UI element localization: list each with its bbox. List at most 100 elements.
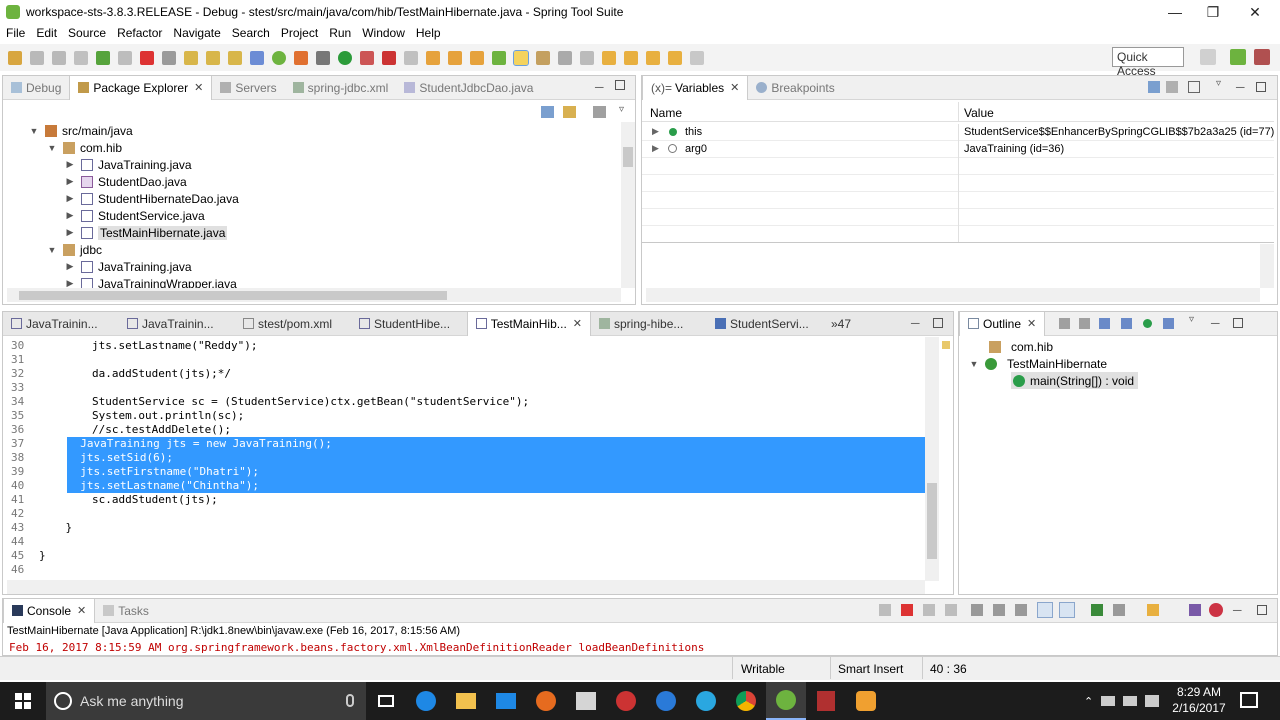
taskbar-app[interactable] [686, 682, 726, 720]
tab-student-jdbc-dao[interactable]: StudentJdbcDao.java [396, 76, 541, 100]
taskbar-app[interactable] [606, 682, 646, 720]
terminate-icon[interactable] [901, 604, 913, 616]
display-console-icon[interactable] [1113, 604, 1125, 616]
run-icon[interactable] [338, 50, 352, 65]
taskbar-app[interactable] [486, 682, 526, 720]
start-button[interactable] [0, 682, 46, 720]
dashboard-icon[interactable] [294, 50, 308, 65]
hide-fields-icon[interactable] [1099, 318, 1110, 329]
warning-marker-icon[interactable] [942, 341, 950, 349]
expand-icon[interactable]: ▶ [65, 193, 75, 204]
column-header-value[interactable]: Value [964, 106, 994, 120]
battery-icon[interactable] [1101, 696, 1116, 706]
show-stdout-icon[interactable] [1037, 602, 1053, 618]
expand-icon[interactable]: ▼ [969, 359, 979, 369]
editor-vertical-scrollbar[interactable] [925, 337, 939, 581]
save-all-icon[interactable] [52, 50, 66, 65]
maximize-button[interactable]: ❐ [1190, 0, 1236, 24]
cortana-search-box[interactable]: Ask me anything [46, 682, 366, 720]
code-area[interactable]: 30 jts.setLastname("Reddy"); 31 32 da.addS… [3, 337, 925, 581]
terminate-icon[interactable] [140, 50, 154, 65]
show-type-names-icon[interactable] [1148, 81, 1160, 93]
menu-navigate[interactable]: Navigate [173, 26, 220, 40]
expand-icon[interactable]: ▶ [65, 227, 75, 238]
spring-perspective-icon[interactable] [1230, 49, 1246, 65]
show-logical-structure-icon[interactable] [1166, 81, 1178, 93]
code-line[interactable]: System.out.println(sc); [39, 409, 244, 423]
word-wrap-icon[interactable] [558, 50, 572, 65]
open-console-icon[interactable] [1147, 604, 1159, 616]
taskbar-app-active[interactable] [766, 682, 806, 720]
column-divider[interactable] [958, 102, 959, 122]
code-line[interactable]: da.addStudent(jts);*/ [39, 367, 231, 381]
show-whitespace-icon[interactable] [580, 50, 594, 65]
tab-spring-jdbc-xml[interactable]: spring-jdbc.xml [285, 76, 397, 100]
link-editor-icon[interactable] [563, 106, 576, 118]
suspend-icon[interactable] [118, 50, 132, 65]
tree-item[interactable]: ▼ jdbc [47, 241, 102, 258]
expand-icon[interactable]: ▶ [652, 143, 659, 154]
next-annotation-icon[interactable] [602, 50, 616, 65]
view-menu-icon[interactable]: ▿ [619, 104, 624, 115]
menu-search[interactable]: Search [232, 26, 270, 40]
editor-tab[interactable]: JavaTrainin... [3, 312, 119, 336]
collapse-all-icon[interactable] [1059, 318, 1070, 329]
disconnect-icon[interactable] [162, 50, 176, 65]
hide-local-types-icon[interactable] [1163, 318, 1174, 329]
outline-item-selected[interactable]: main(String[]) : void [1011, 372, 1139, 389]
menu-project[interactable]: Project [281, 26, 318, 40]
maximize-view-icon[interactable] [615, 80, 625, 90]
tab-servers[interactable]: Servers [212, 76, 284, 100]
action-center-icon[interactable] [1240, 692, 1258, 708]
menu-run[interactable]: Run [329, 26, 351, 40]
pin-icon[interactable] [492, 50, 506, 65]
close-button[interactable]: ✕ [1232, 0, 1278, 24]
editor-tab[interactable]: spring-hibe... [591, 312, 707, 336]
code-line-selected[interactable]: jts.setLastname("Chintha"); [67, 479, 925, 493]
quick-access-field[interactable]: Quick Access [1112, 47, 1184, 78]
sort-icon[interactable] [1079, 318, 1090, 329]
last-edit-icon[interactable] [646, 50, 660, 65]
expand-icon[interactable]: ▶ [652, 126, 659, 137]
forward-icon[interactable] [690, 50, 704, 65]
code-line[interactable]: sc.addStudent(jts); [39, 493, 218, 507]
editor-horizontal-scrollbar[interactable] [7, 580, 925, 594]
close-tab-icon[interactable]: ✕ [573, 317, 582, 330]
expand-icon[interactable]: ▼ [29, 126, 39, 136]
menu-edit[interactable]: Edit [36, 26, 57, 40]
expand-icon[interactable]: ▼ [47, 245, 57, 255]
minimize-view-icon[interactable]: ─ [595, 80, 604, 94]
pin-console-icon[interactable] [1091, 604, 1103, 616]
expand-icon[interactable]: ▶ [65, 261, 75, 272]
tree-item[interactable]: ▼ src/main/java [29, 122, 133, 139]
collapse-all-icon[interactable] [541, 106, 554, 118]
menu-window[interactable]: Window [362, 26, 405, 40]
detail-horizontal-scrollbar[interactable] [646, 288, 1260, 302]
prev-annotation-icon[interactable] [624, 50, 638, 65]
menu-refactor[interactable]: Refactor [117, 26, 162, 40]
tab-outline[interactable]: Outline ✕ [959, 311, 1046, 336]
close-tab-icon[interactable]: ✕ [77, 604, 86, 617]
menu-help[interactable]: Help [416, 26, 441, 40]
code-line[interactable]: StudentService sc = (StudentService)ctx.… [39, 395, 529, 409]
detail-vertical-scrollbar[interactable] [1260, 244, 1274, 288]
maximize-view-icon[interactable] [1256, 82, 1266, 92]
scroll-lock-icon[interactable] [993, 604, 1005, 616]
view-menu-icon[interactable]: ▿ [1216, 78, 1221, 89]
close-tab-icon[interactable]: ✕ [1027, 317, 1036, 330]
expand-icon[interactable]: ▶ [65, 159, 75, 170]
column-header-name[interactable]: Name [650, 106, 682, 120]
close-tab-icon[interactable]: ✕ [194, 81, 203, 94]
block-selection-icon[interactable] [536, 50, 550, 65]
clock[interactable]: 8:29 AM 2/16/2017 [1168, 684, 1230, 716]
debug-perspective-icon[interactable] [1254, 49, 1270, 65]
close-tab-icon[interactable]: ✕ [730, 81, 739, 94]
tab-breakpoints[interactable]: Breakpoints [748, 76, 842, 100]
tab-variables[interactable]: (x)= Variables ✕ [642, 75, 749, 100]
tree-item[interactable]: ▶ StudentService.java [65, 207, 205, 224]
menu-file[interactable]: File [6, 26, 25, 40]
tree-item[interactable]: ▶ StudentDao.java [65, 173, 187, 190]
taskbar-app[interactable] [566, 682, 606, 720]
save-icon[interactable] [30, 50, 44, 65]
clear-console-icon[interactable] [971, 604, 983, 616]
